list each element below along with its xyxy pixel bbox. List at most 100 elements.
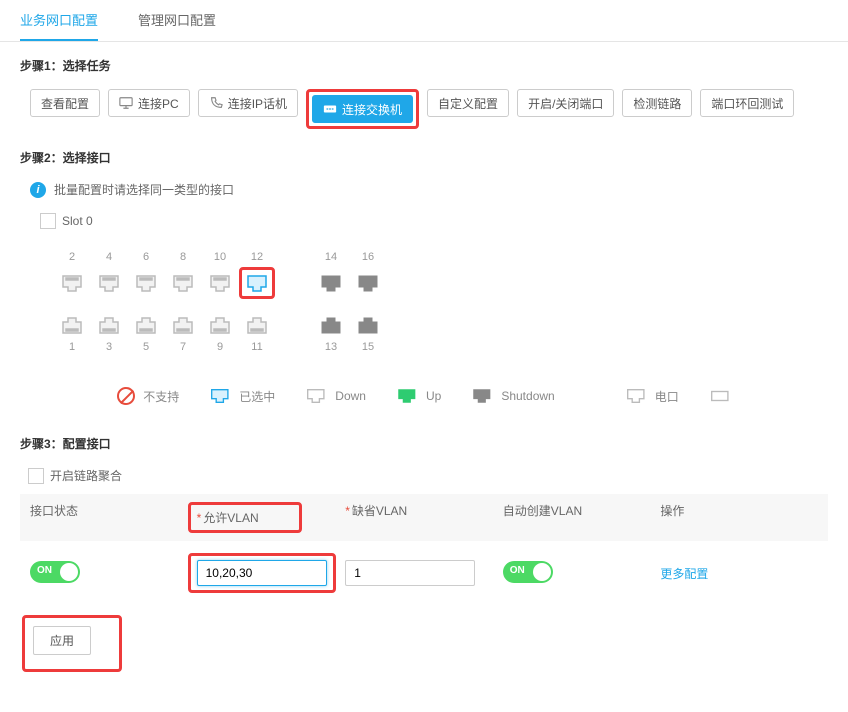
auto-vlan-toggle[interactable]: ON [503, 561, 553, 583]
tab-business-port[interactable]: 业务网口配置 [20, 0, 98, 41]
port-14[interactable] [318, 272, 344, 294]
port-15[interactable] [355, 315, 381, 337]
connect-pc-button[interactable]: 连接PC [108, 89, 190, 117]
allow-vlan-input[interactable] [197, 560, 327, 586]
port-3[interactable] [96, 315, 122, 337]
head-default-vlan: *缺省VLAN [345, 502, 503, 533]
up-icon [396, 387, 418, 405]
port-bottom-numbers: 13579111315 [55, 339, 385, 355]
link-agg-label: 开启链路聚合 [50, 467, 122, 484]
view-config-button[interactable]: 查看配置 [30, 89, 100, 117]
legend-down-label: Down [335, 389, 366, 403]
config-table-head: 接口状态 *允许VLAN *缺省VLAN 自动创建VLAN 操作 [20, 494, 828, 541]
link-agg-row: 开启链路聚合 [28, 467, 828, 484]
legend-optical [709, 387, 731, 405]
legend-shutdown: Shutdown [471, 387, 554, 405]
link-agg-checkbox[interactable] [28, 468, 44, 484]
connect-pc-label: 连接PC [138, 95, 179, 112]
port-number: 15 [362, 339, 374, 355]
port-8[interactable] [170, 272, 196, 294]
tab-bar: 业务网口配置 管理网口配置 [0, 0, 848, 42]
config-table-body: ON ON 更多配置 [20, 541, 828, 605]
optical-icon [709, 387, 731, 405]
phone-icon [209, 96, 223, 110]
port-top-icons [55, 267, 385, 299]
connect-ipphone-button[interactable]: 连接IP话机 [198, 89, 298, 117]
task-button-row: 查看配置 连接PC 连接IP话机 连接交换机 自定义配置 开启/关闭端口 检测链… [20, 89, 828, 129]
status-toggle[interactable]: ON [30, 561, 80, 583]
toggle-port-button[interactable]: 开启/关闭端口 [517, 89, 614, 117]
step2-section: 步骤2：选择接口 i 批量配置时请选择同一类型的接口 Slot 0 246810… [0, 134, 848, 420]
port-6[interactable] [133, 272, 159, 294]
legend-nosupport: 不支持 [117, 387, 179, 405]
port-bottom-icons [55, 315, 385, 337]
port-11[interactable] [244, 315, 270, 337]
tab-manage-port[interactable]: 管理网口配置 [138, 0, 216, 41]
connect-switch-label: 连接交换机 [342, 101, 402, 118]
port-number: 8 [180, 249, 186, 265]
loop-test-button[interactable]: 端口环回测试 [700, 89, 794, 117]
default-vlan-input[interactable] [345, 560, 475, 586]
port-10[interactable] [207, 272, 233, 294]
down-icon [305, 387, 327, 405]
head-status: 接口状态 [30, 502, 188, 533]
port-1[interactable] [59, 315, 85, 337]
step2-title: 步骤2：选择接口 [20, 149, 828, 166]
port-number: 7 [180, 339, 186, 355]
port-number: 4 [106, 249, 112, 265]
legend-shutdown-label: Shutdown [501, 389, 554, 403]
nosupport-icon [117, 387, 135, 405]
slot-label: Slot 0 [62, 214, 93, 228]
apply-button[interactable]: 应用 [33, 626, 91, 655]
port-13[interactable] [318, 315, 344, 337]
step3-title: 步骤3：配置接口 [20, 435, 828, 452]
required-mark: * [197, 511, 202, 525]
head-default-vlan-label: 缺省VLAN [352, 504, 407, 518]
port-number: 12 [251, 249, 263, 265]
status-toggle-label: ON [37, 565, 52, 576]
port-number: 6 [143, 249, 149, 265]
info-row: i 批量配置时请选择同一类型的接口 [30, 181, 828, 198]
port-number: 14 [325, 249, 337, 265]
legend: 不支持 已选中 Down Up Shutdown 电口 [20, 367, 828, 415]
port-panel: 246810121416 13579111315 [40, 239, 400, 367]
shutdown-icon [471, 387, 493, 405]
step1-title: 步骤1：选择任务 [20, 57, 828, 74]
port-16[interactable] [355, 272, 381, 294]
head-ops: 操作 [660, 502, 818, 533]
slot-checkbox[interactable] [40, 213, 56, 229]
port-number: 11 [251, 339, 262, 355]
port-7[interactable] [170, 315, 196, 337]
port-4[interactable] [96, 272, 122, 294]
port-2[interactable] [59, 272, 85, 294]
required-mark: * [345, 504, 350, 518]
electrical-icon [625, 387, 647, 405]
port-number: 2 [69, 249, 75, 265]
legend-electrical-label: 电口 [655, 388, 679, 405]
port-5[interactable] [133, 315, 159, 337]
port-number: 1 [69, 339, 75, 355]
legend-selected-label: 已选中 [239, 388, 275, 405]
more-config-link[interactable]: 更多配置 [660, 567, 708, 581]
port-9[interactable] [207, 315, 233, 337]
auto-vlan-toggle-label: ON [510, 565, 525, 576]
connect-ipphone-label: 连接IP话机 [228, 95, 287, 112]
cell-allow-vlan [188, 553, 346, 593]
port-number: 5 [143, 339, 149, 355]
info-text: 批量配置时请选择同一类型的接口 [54, 181, 234, 198]
port-12[interactable] [244, 272, 270, 294]
check-link-button[interactable]: 检测链路 [622, 89, 692, 117]
legend-up: Up [396, 387, 441, 405]
legend-electrical: 电口 [625, 387, 679, 405]
cell-ops: 更多配置 [660, 565, 818, 582]
legend-selected: 已选中 [209, 387, 275, 405]
connect-switch-button[interactable]: 连接交换机 [312, 95, 413, 123]
config-table: 接口状态 *允许VLAN *缺省VLAN 自动创建VLAN 操作 ON [20, 494, 828, 605]
highlight-connect-switch: 连接交换机 [306, 89, 419, 129]
switch-icon [323, 102, 337, 116]
slot-row: Slot 0 [40, 213, 828, 229]
port-number: 16 [362, 249, 374, 265]
step1-section: 步骤1：选择任务 查看配置 连接PC 连接IP话机 连接交换机 自定义配置 开启… [0, 42, 848, 134]
custom-config-button[interactable]: 自定义配置 [427, 89, 509, 117]
monitor-icon [119, 96, 133, 110]
